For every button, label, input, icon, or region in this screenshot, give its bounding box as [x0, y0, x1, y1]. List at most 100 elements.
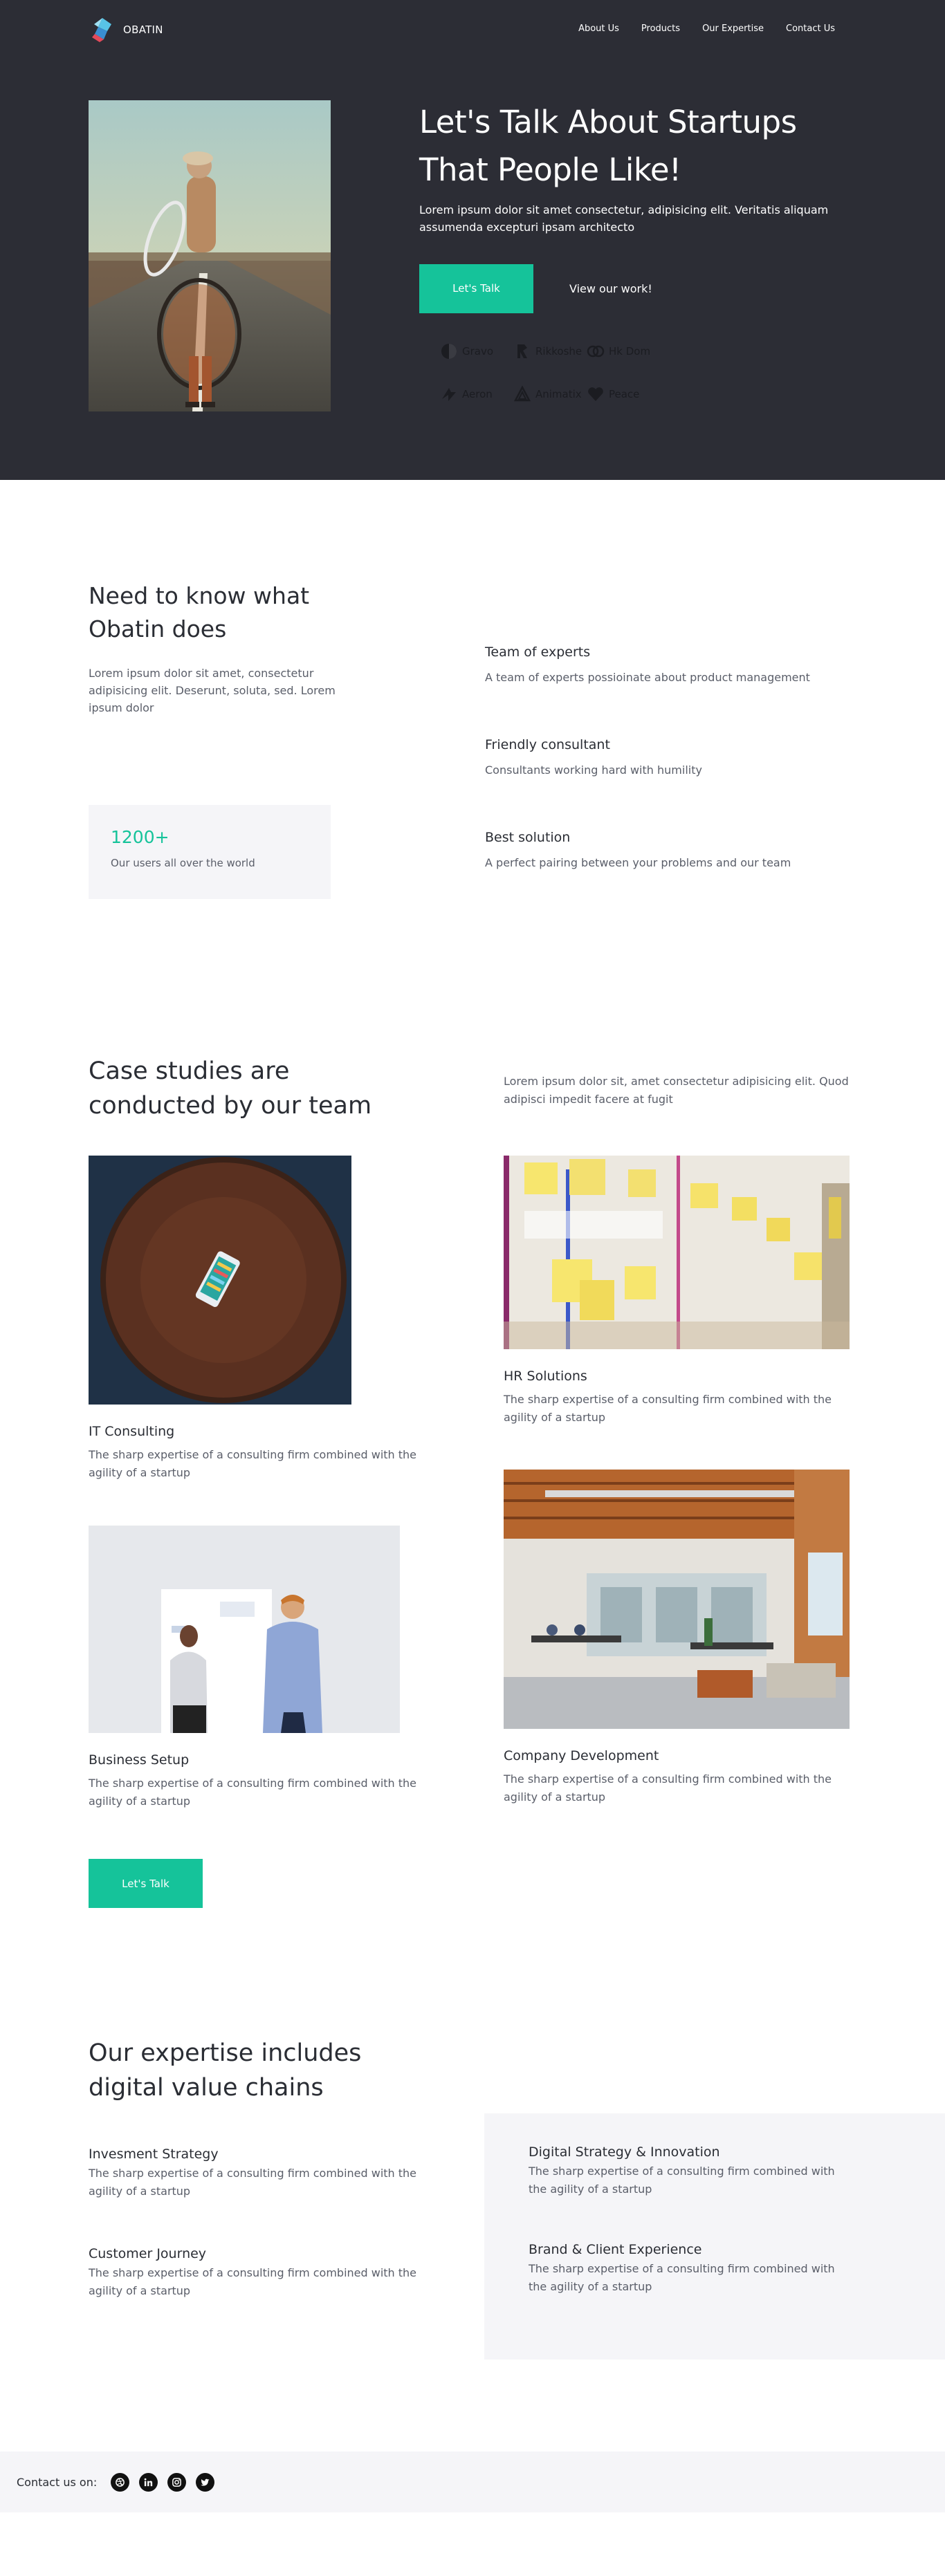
feature-item: Best solution A perfect pairing between …	[485, 830, 810, 923]
client-logo-gravo: Gravo	[440, 342, 513, 360]
case-text: The sharp expertise of a consulting firm…	[504, 1772, 832, 1804]
client-logo-animatix: Animatix	[513, 385, 587, 403]
case-image-office	[504, 1470, 850, 1729]
instagram-link[interactable]	[167, 2472, 187, 2492]
social-links	[111, 2472, 215, 2492]
users-count: 1200+	[111, 827, 169, 847]
footer: Contact us on:	[0, 2452, 945, 2512]
case-card-business-setup[interactable]: Business Setup The sharp expertise of a …	[89, 1526, 428, 1810]
nav-link-products[interactable]: Products	[641, 24, 680, 34]
case-studies-title-line-2: conducted by our team	[89, 1092, 372, 1120]
brand-name: OBATIN	[123, 24, 163, 36]
client-name: Peace	[609, 387, 640, 400]
feature-text: A perfect pairing between your problems …	[485, 856, 791, 869]
aeron-icon	[442, 387, 456, 401]
case-text: The sharp expertise of a consulting firm…	[504, 1393, 832, 1424]
case-image-sticky-notes	[504, 1156, 850, 1349]
case-title: IT Consulting	[89, 1424, 175, 1439]
case-title: Business Setup	[89, 1752, 190, 1768]
expertise-item: Brand & Client Experience The sharp expe…	[529, 2242, 847, 2295]
client-name: Aeron	[462, 387, 493, 400]
client-name: Rikkoshe	[535, 344, 582, 358]
client-logo-rikkoshe: Rikkoshe	[513, 342, 587, 360]
main-menu: About Us Products Our Expertise Contact …	[578, 24, 835, 34]
brand-link[interactable]: OBATIN	[89, 16, 163, 44]
animatix-icon	[513, 385, 531, 402]
expertise-item-text: The sharp expertise of a consulting firm…	[89, 2266, 417, 2297]
case-studies-intro: Lorem ipsum dolor sit, amet consectetur …	[504, 1075, 849, 1106]
case-card-it-consulting[interactable]: IT Consulting The sharp expertise of a c…	[89, 1156, 428, 1481]
dribbble-link[interactable]	[111, 2472, 130, 2492]
expertise-item: Customer Journey The sharp expertise of …	[89, 2246, 448, 2299]
expertise-item-text: The sharp expertise of a consulting firm…	[529, 2165, 835, 2196]
case-studies-section: Case studies are conducted by our team L…	[0, 985, 945, 1975]
feature-item: Team of experts A team of experts possio…	[485, 645, 810, 737]
expertise-item-title: Brand & Client Experience	[529, 2242, 702, 2257]
case-studies-title-line-1: Case studies are	[89, 1057, 290, 1085]
hero-section: OBATIN About Us Products Our Expertise C…	[0, 0, 945, 480]
expertise-title: Our expertise includes digital value cha…	[89, 2036, 361, 2105]
feature-list: Team of experts A team of experts possio…	[485, 645, 810, 923]
expertise-section: Our expertise includes digital value cha…	[0, 1975, 945, 2452]
instagram-icon	[172, 2477, 182, 2487]
users-count-label: Our users all over the world	[111, 857, 255, 869]
users-stat-card: 1200+ Our users all over the world	[89, 805, 331, 899]
nav-link-contact-us[interactable]: Contact Us	[786, 24, 835, 34]
case-text: The sharp expertise of a consulting firm…	[89, 1777, 417, 1808]
case-text: The sharp expertise of a consulting firm…	[89, 1448, 417, 1479]
client-logo-hkdom: Hk Dom	[587, 342, 660, 360]
nav-link-about-us[interactable]: About Us	[578, 24, 619, 34]
case-title: Company Development	[504, 1748, 659, 1763]
client-logos: Gravo Rikkoshe Hk Dom Aeron Animatix Pea…	[440, 342, 862, 403]
case-image-phone-on-table	[89, 1156, 351, 1405]
lets-talk-button[interactable]: Let's Talk	[419, 263, 533, 313]
nav-link-our-expertise[interactable]: Our Expertise	[702, 24, 764, 34]
expertise-item: Digital Strategy & Innovation The sharp …	[529, 2144, 847, 2198]
twitter-link[interactable]	[196, 2472, 215, 2492]
hero-description: Lorem ipsum dolor sit amet consectetur, …	[419, 203, 829, 234]
hero-title-line-1: Let's Talk About Startups	[419, 104, 797, 140]
twitter-icon	[201, 2478, 210, 2485]
feature-title: Best solution	[485, 830, 571, 845]
gravo-icon	[441, 343, 457, 359]
feature-text: Consultants working hard with humility	[485, 763, 702, 777]
about-title-line-2: Obatin does	[89, 615, 227, 642]
hero-copy: Let's Talk About Startups That People Li…	[419, 99, 862, 403]
case-studies-cta: Let's Talk	[89, 1859, 203, 1908]
client-name: Hk Dom	[609, 344, 651, 358]
about-title-line-1: Need to know what	[89, 582, 310, 609]
case-title: HR Solutions	[504, 1369, 587, 1384]
case-image-whiteboard-meeting	[89, 1526, 400, 1733]
expertise-item: Invesment Strategy The sharp expertise o…	[89, 2147, 448, 2200]
feature-title: Team of experts	[485, 645, 591, 660]
expertise-item-title: Digital Strategy & Innovation	[529, 2144, 720, 2160]
expertise-item-text: The sharp expertise of a consulting firm…	[529, 2262, 835, 2293]
hero-actions: Let's Talk View our work!	[419, 263, 862, 313]
case-card-company-development[interactable]: Company Development The sharp expertise …	[504, 1470, 850, 1806]
client-name: Animatix	[535, 387, 582, 400]
contact-label: Contact us on:	[17, 2475, 98, 2489]
hero-image-cyclist	[89, 100, 331, 411]
dribbble-icon	[116, 2477, 125, 2487]
expertise-item-title: Invesment Strategy	[89, 2147, 219, 2162]
about-title: Need to know what Obatin does	[89, 580, 309, 646]
obatin-logo-icon	[92, 18, 111, 42]
hkdom-icon	[587, 345, 605, 358]
about-description: Lorem ipsum dolor sit amet, consectetur …	[89, 667, 336, 714]
case-card-hr-solutions[interactable]: HR Solutions The sharp expertise of a co…	[504, 1156, 850, 1426]
client-name: Gravo	[462, 344, 494, 358]
expertise-item-text: The sharp expertise of a consulting firm…	[89, 2167, 417, 2198]
hero-title: Let's Talk About Startups That People Li…	[419, 99, 862, 194]
linkedin-icon	[144, 2478, 153, 2486]
top-nav: OBATIN About Us Products Our Expertise C…	[0, 0, 945, 60]
linkedin-link[interactable]	[139, 2472, 158, 2492]
view-our-work-link[interactable]: View our work!	[569, 282, 652, 295]
feature-title: Friendly consultant	[485, 737, 610, 752]
expertise-title-line-2: digital value chains	[89, 2074, 324, 2102]
case-studies-title: Case studies are conducted by our team	[89, 1054, 371, 1123]
feature-text: A team of experts possioinate about prod…	[485, 671, 810, 684]
lets-talk-button[interactable]: Let's Talk	[89, 1859, 203, 1908]
hero-title-line-2: That People Like!	[419, 151, 681, 188]
expertise-item-title: Customer Journey	[89, 2246, 207, 2261]
client-logo-aeron: Aeron	[440, 385, 513, 403]
